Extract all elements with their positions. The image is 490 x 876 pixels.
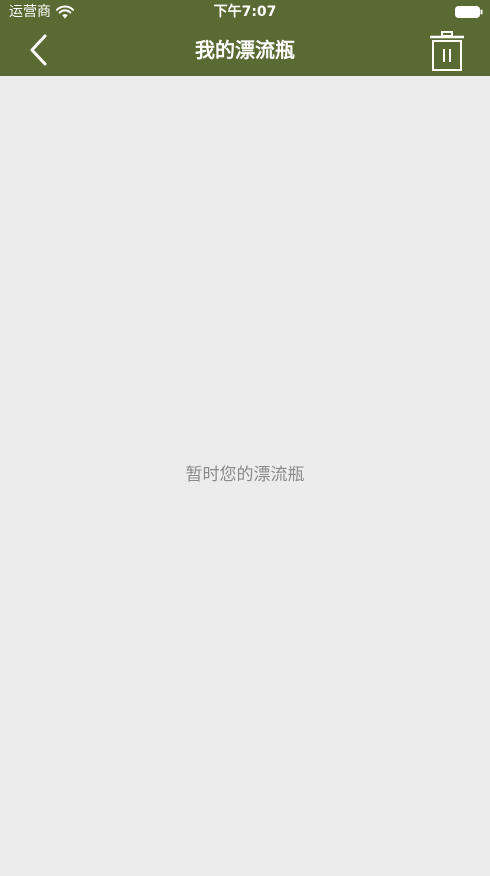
back-button[interactable]	[20, 30, 60, 70]
status-time: 下午7:07	[213, 4, 277, 20]
empty-state-message: 暂时您的漂流瓶	[185, 465, 305, 485]
battery-full-icon	[455, 6, 483, 18]
page-title: 我的漂流瓶	[195, 38, 295, 62]
delete-all-button[interactable]	[426, 29, 468, 73]
navigation-bar: 我的漂流瓶	[0, 24, 490, 76]
app-header: 运营商 下午7:07 我的漂流瓶	[0, 0, 490, 76]
status-bar: 运营商 下午7:07	[0, 0, 490, 24]
bottle-list: 暂时您的漂流瓶	[0, 76, 490, 876]
trash-icon	[430, 31, 464, 71]
chevron-left-icon	[30, 34, 47, 66]
